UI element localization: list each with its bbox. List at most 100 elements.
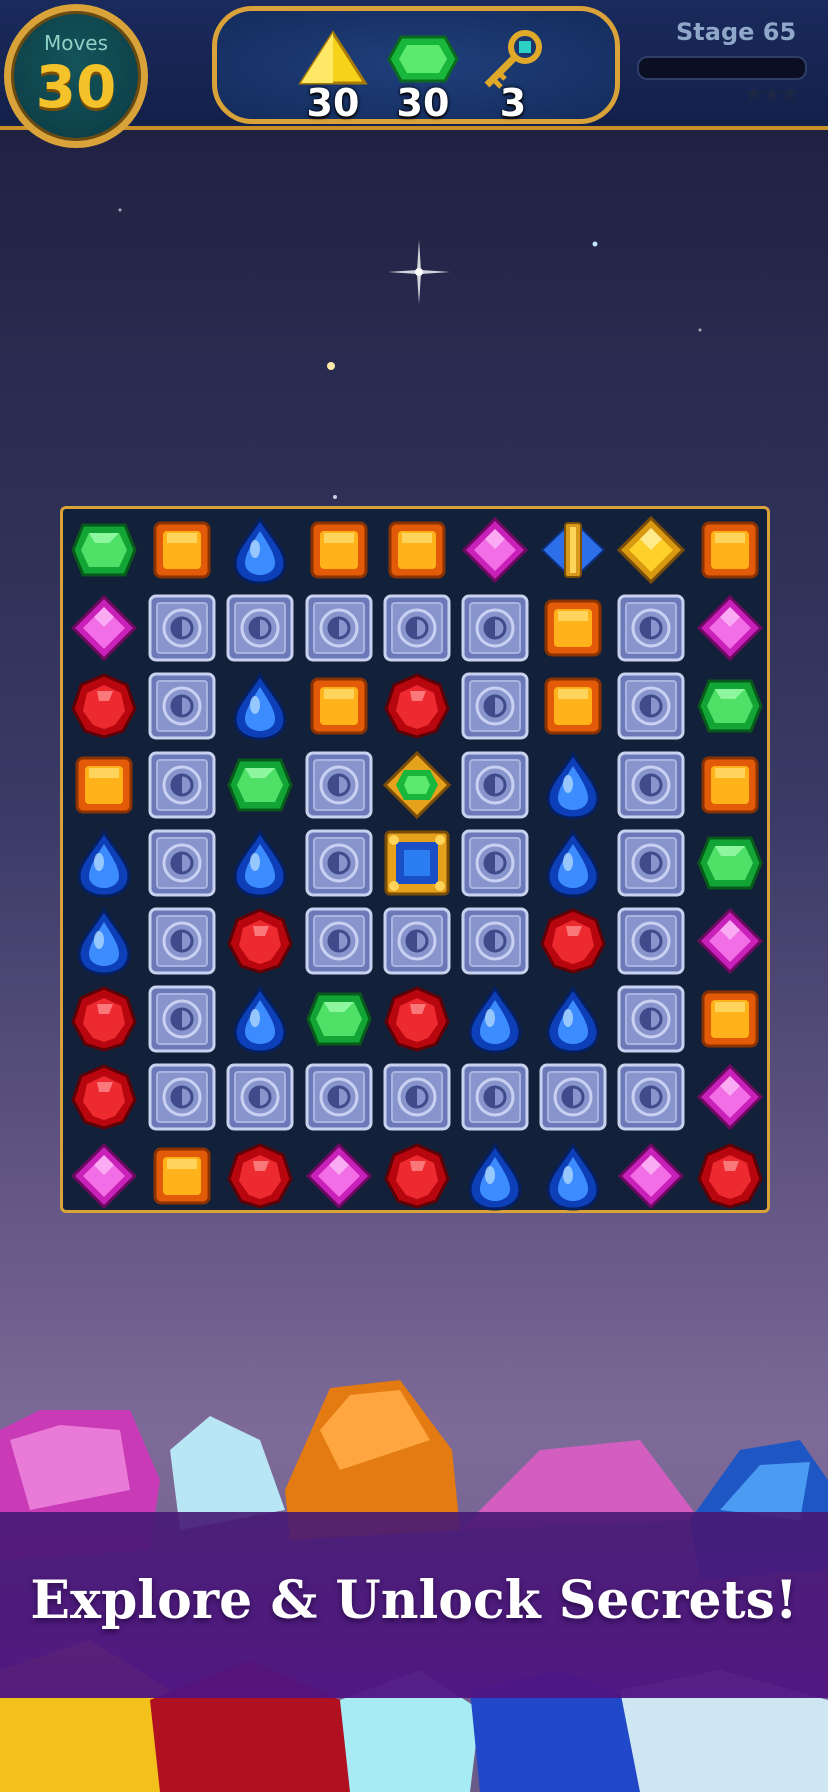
green-gem-cell[interactable] bbox=[221, 746, 299, 824]
stone-block-cell[interactable] bbox=[378, 1058, 456, 1136]
blue-gem-cell[interactable] bbox=[456, 1137, 534, 1215]
pink-gem-cell[interactable] bbox=[65, 589, 143, 667]
stone-block-cell[interactable] bbox=[612, 902, 690, 980]
orange-gem-cell[interactable] bbox=[378, 511, 456, 589]
green-gem-cell[interactable] bbox=[300, 980, 378, 1058]
stone-block-cell[interactable] bbox=[221, 589, 299, 667]
orange-gem-cell[interactable] bbox=[534, 589, 612, 667]
stone-block-cell[interactable] bbox=[378, 902, 456, 980]
blue-gem-cell[interactable] bbox=[534, 1137, 612, 1215]
stone-block-cell[interactable] bbox=[143, 1058, 221, 1136]
blue-gem-cell[interactable] bbox=[534, 824, 612, 902]
orange-gem-cell[interactable] bbox=[143, 1137, 221, 1215]
stone-block-cell[interactable] bbox=[143, 746, 221, 824]
red-gem-icon bbox=[696, 1142, 763, 1209]
stone-block-icon bbox=[617, 751, 685, 819]
stone-block-cell[interactable] bbox=[612, 824, 690, 902]
stone-block-cell[interactable] bbox=[456, 902, 534, 980]
gold-treasure-chest-cell[interactable] bbox=[378, 824, 456, 902]
pink-gem-icon bbox=[696, 595, 763, 662]
blue-hourglass-gem-cell[interactable] bbox=[534, 511, 612, 589]
stone-block-cell[interactable] bbox=[143, 902, 221, 980]
gold-framed-green-gem-cell[interactable] bbox=[378, 746, 456, 824]
orange-gem-cell[interactable] bbox=[300, 511, 378, 589]
red-gem-icon bbox=[540, 908, 606, 974]
blue-gem-cell[interactable] bbox=[221, 511, 299, 589]
orange-gem-icon bbox=[153, 521, 211, 579]
orange-gem-cell[interactable] bbox=[691, 511, 769, 589]
blue-gem-cell[interactable] bbox=[534, 746, 612, 824]
orange-gem-cell[interactable] bbox=[65, 746, 143, 824]
red-gem-cell[interactable] bbox=[534, 902, 612, 980]
pink-gem-cell[interactable] bbox=[612, 1137, 690, 1215]
pink-gem-cell[interactable] bbox=[691, 589, 769, 667]
stone-block-cell[interactable] bbox=[300, 746, 378, 824]
goal-green-gem: 30 bbox=[383, 29, 463, 125]
moves-counter: Moves 30 bbox=[4, 4, 148, 148]
stone-block-cell[interactable] bbox=[534, 1058, 612, 1136]
stone-block-cell[interactable] bbox=[456, 746, 534, 824]
pink-gem-cell[interactable] bbox=[691, 902, 769, 980]
stone-block-cell[interactable] bbox=[612, 746, 690, 824]
pink-gem-cell[interactable] bbox=[300, 1137, 378, 1215]
green-gem-cell[interactable] bbox=[65, 511, 143, 589]
orange-gem-cell[interactable] bbox=[534, 667, 612, 745]
stone-block-cell[interactable] bbox=[456, 667, 534, 745]
pink-gem-cell[interactable] bbox=[691, 1058, 769, 1136]
stone-block-cell[interactable] bbox=[300, 1058, 378, 1136]
gold-treasure-chest-icon bbox=[384, 830, 450, 896]
stone-block-cell[interactable] bbox=[221, 1058, 299, 1136]
orange-gem-cell[interactable] bbox=[300, 667, 378, 745]
pink-gem-cell[interactable] bbox=[456, 511, 534, 589]
orange-gem-icon bbox=[544, 677, 602, 735]
stone-block-cell[interactable] bbox=[456, 824, 534, 902]
red-gem-cell[interactable] bbox=[65, 1058, 143, 1136]
blue-gem-cell[interactable] bbox=[221, 824, 299, 902]
red-gem-cell[interactable] bbox=[378, 667, 456, 745]
stone-block-cell[interactable] bbox=[378, 589, 456, 667]
stone-block-icon bbox=[148, 594, 216, 662]
goal-key: 3 bbox=[473, 29, 553, 125]
blue-gem-cell[interactable] bbox=[65, 824, 143, 902]
stone-block-cell[interactable] bbox=[300, 589, 378, 667]
stone-block-cell[interactable] bbox=[143, 824, 221, 902]
stone-block-cell[interactable] bbox=[612, 1058, 690, 1136]
red-gem-icon bbox=[227, 1142, 294, 1209]
blue-gem-cell[interactable] bbox=[221, 980, 299, 1058]
stone-block-icon bbox=[148, 907, 216, 975]
stone-block-cell[interactable] bbox=[143, 980, 221, 1058]
stone-block-icon bbox=[461, 594, 529, 662]
orange-gem-cell[interactable] bbox=[143, 511, 221, 589]
stone-block-cell[interactable] bbox=[456, 1058, 534, 1136]
stone-block-cell[interactable] bbox=[300, 824, 378, 902]
red-gem-cell[interactable] bbox=[65, 980, 143, 1058]
stone-block-cell[interactable] bbox=[612, 980, 690, 1058]
stone-block-cell[interactable] bbox=[143, 667, 221, 745]
stone-block-cell[interactable] bbox=[456, 589, 534, 667]
stone-block-cell[interactable] bbox=[143, 589, 221, 667]
stone-block-icon bbox=[617, 829, 685, 897]
pink-gem-cell[interactable] bbox=[65, 1137, 143, 1215]
game-board[interactable] bbox=[60, 506, 770, 1213]
red-gem-cell[interactable] bbox=[378, 1137, 456, 1215]
red-gem-cell[interactable] bbox=[378, 980, 456, 1058]
red-gem-cell[interactable] bbox=[221, 902, 299, 980]
stone-block-cell[interactable] bbox=[612, 589, 690, 667]
blue-gem-icon bbox=[468, 985, 522, 1054]
orange-gem-cell[interactable] bbox=[691, 980, 769, 1058]
red-gem-cell[interactable] bbox=[691, 1137, 769, 1215]
top-hud: Moves 30 30 30 3 Stage 65 ★★★ bbox=[0, 0, 828, 148]
green-gem-cell[interactable] bbox=[691, 824, 769, 902]
red-gem-cell[interactable] bbox=[221, 1137, 299, 1215]
blue-gem-cell[interactable] bbox=[65, 902, 143, 980]
gold-diamond-gem-cell[interactable] bbox=[612, 511, 690, 589]
green-gem-cell[interactable] bbox=[691, 667, 769, 745]
orange-gem-cell[interactable] bbox=[691, 746, 769, 824]
blue-gem-cell[interactable] bbox=[221, 667, 299, 745]
stone-block-cell[interactable] bbox=[612, 667, 690, 745]
green-gem-icon bbox=[696, 679, 763, 733]
blue-gem-cell[interactable] bbox=[534, 980, 612, 1058]
red-gem-cell[interactable] bbox=[65, 667, 143, 745]
blue-gem-cell[interactable] bbox=[456, 980, 534, 1058]
stone-block-cell[interactable] bbox=[300, 902, 378, 980]
